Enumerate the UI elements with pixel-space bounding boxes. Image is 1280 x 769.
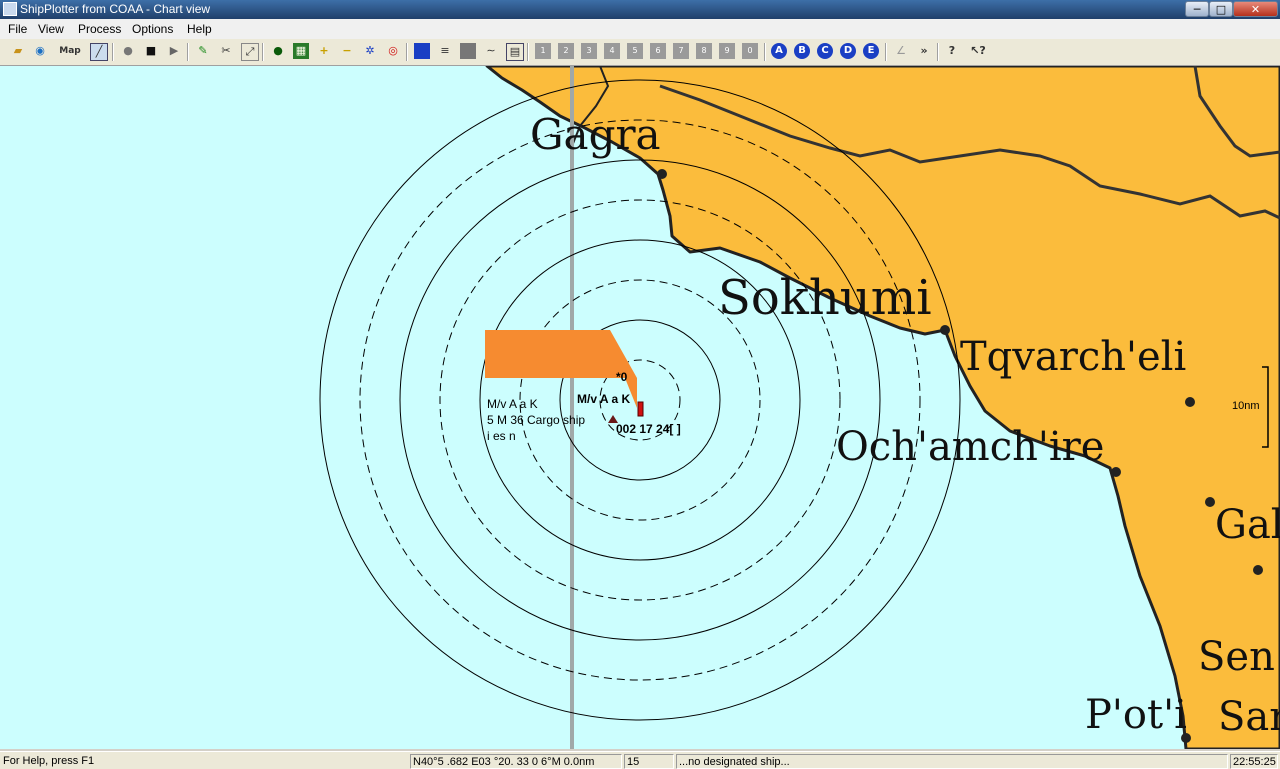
circle-d-button[interactable]: D	[840, 43, 856, 59]
scale-label: 10nm	[1232, 400, 1260, 412]
chart-view[interactable]: Gagra Sokhumi Tqvarch'eli Och'amch'ire G…	[0, 66, 1280, 749]
window-icon[interactable]: ▤	[506, 43, 524, 61]
record-icon[interactable]: ●	[120, 43, 136, 59]
zoom-in-icon[interactable]: +	[316, 43, 332, 59]
town-marker	[940, 325, 950, 335]
chart-canvas[interactable]	[0, 66, 1280, 749]
toolbar-separator	[112, 43, 114, 61]
town-marker	[1253, 565, 1263, 575]
town-marker	[657, 169, 667, 179]
preset-7-icon[interactable]: 7	[673, 43, 689, 59]
place-label-sar: Sar	[1218, 694, 1280, 740]
circle-a-button[interactable]: A	[771, 43, 787, 59]
place-label-gal: Gal	[1215, 502, 1280, 548]
menu-bar: File View Process Options Help	[0, 19, 1280, 39]
menu-help[interactable]: Help	[187, 22, 212, 36]
toolbar-separator	[262, 43, 264, 61]
stop-icon[interactable]: ■	[143, 43, 159, 59]
place-label-gagra: Gagra	[530, 110, 661, 159]
status-designated-ship: ...no designated ship...	[676, 754, 1228, 769]
list-icon[interactable]: ≡	[437, 43, 453, 59]
maximize-button[interactable]: □	[1209, 1, 1233, 17]
status-count: 15	[624, 754, 674, 769]
target-icon[interactable]: ◎	[385, 43, 401, 59]
title-bar: ShipPlotter from COAA - Chart view ─ □ ✕	[0, 0, 1280, 19]
play-icon[interactable]: ▶	[166, 43, 182, 59]
app-icon	[3, 2, 17, 16]
chart-icon[interactable]: ╱	[90, 43, 108, 61]
preset-1-icon[interactable]: 1	[535, 43, 551, 59]
ship-popup-line: i es n	[487, 429, 516, 443]
edit-icon[interactable]: ✎	[195, 43, 211, 59]
toolbar-separator	[937, 43, 939, 61]
town-marker	[1205, 497, 1215, 507]
preset-10-icon[interactable]: 0	[742, 43, 758, 59]
ship-popup-line: 5 M 36 Cargo ship	[487, 413, 586, 427]
circle-b-button[interactable]: B	[794, 43, 810, 59]
forward-icon[interactable]: »	[916, 43, 932, 59]
place-label-sen: Sen	[1198, 634, 1275, 680]
place-label-ochamchire: Och'amch'ire	[836, 424, 1105, 470]
menu-process[interactable]: Process	[78, 22, 121, 36]
context-help-icon[interactable]: ↖?	[970, 43, 986, 59]
grid-icon[interactable]: ✲	[362, 43, 378, 59]
place-label-tqvarcheli: Tqvarch'eli	[960, 334, 1187, 380]
circle-e-button[interactable]: E	[863, 43, 879, 59]
zoom-out-icon[interactable]: −	[339, 43, 355, 59]
preset-2-icon[interactable]: 2	[558, 43, 574, 59]
status-position: N40°5 .682 E03 °20. 33 0 6°M 0.0nm	[410, 754, 622, 769]
status-bar: For Help, press F1 N40°5 .682 E03 °20. 3…	[0, 751, 1280, 769]
town-marker	[1185, 397, 1195, 407]
ship-info-label: 002 17 24[ ]	[616, 422, 681, 436]
map-button[interactable]: Map	[58, 43, 82, 59]
ship-name-label[interactable]: M/v A a K	[577, 392, 630, 406]
menu-view[interactable]: View	[38, 22, 64, 36]
color-bar-icon[interactable]	[414, 43, 430, 59]
ship-icon[interactable]	[637, 401, 644, 417]
place-label-poti: P'ot'i	[1085, 692, 1187, 738]
preset-3-icon[interactable]: 3	[581, 43, 597, 59]
preset-6-icon[interactable]: 6	[650, 43, 666, 59]
globe-icon[interactable]: ◉	[32, 43, 48, 59]
window-title: ShipPlotter from COAA - Chart view	[20, 2, 211, 16]
toolbar-separator	[764, 43, 766, 61]
preset-4-icon[interactable]: 4	[604, 43, 620, 59]
preset-9-icon[interactable]: 9	[719, 43, 735, 59]
toolbar: ▰ ◉ Map ╱ ● ■ ▶ ✎ ✂ ⤢ ● ▦ + − ✲ ◎ ≡ ∼ ▤ …	[0, 39, 1280, 66]
fill-icon[interactable]	[460, 43, 476, 59]
circle-c-button[interactable]: C	[817, 43, 833, 59]
pen-icon[interactable]: ∠	[893, 43, 909, 59]
place-label-sokhumi: Sokhumi	[718, 270, 932, 326]
help-icon[interactable]: ?	[944, 43, 960, 59]
tools-icon[interactable]: ✂	[218, 43, 234, 59]
toolbar-separator	[527, 43, 529, 61]
toolbar-separator	[406, 43, 408, 61]
map-layer-icon[interactable]: ▦	[293, 43, 309, 59]
ship-heading-label: *0	[616, 370, 628, 384]
open-folder-icon[interactable]: ▰	[10, 43, 26, 59]
town-marker	[1111, 467, 1121, 477]
resize-icon[interactable]: ⤢	[241, 43, 259, 61]
preset-8-icon[interactable]: 8	[696, 43, 712, 59]
preset-5-icon[interactable]: 5	[627, 43, 643, 59]
status-help-text: For Help, press F1	[3, 755, 95, 767]
close-button[interactable]: ✕	[1233, 1, 1278, 17]
toolbar-separator	[885, 43, 887, 61]
menu-file[interactable]: File	[8, 22, 27, 36]
minimize-button[interactable]: ─	[1185, 1, 1209, 17]
wave-icon[interactable]: ∼	[483, 43, 499, 59]
menu-options[interactable]: Options	[132, 22, 173, 36]
toolbar-separator	[187, 43, 189, 61]
compass-icon[interactable]: ●	[270, 43, 286, 59]
status-clock: 22:55:25	[1230, 754, 1278, 769]
